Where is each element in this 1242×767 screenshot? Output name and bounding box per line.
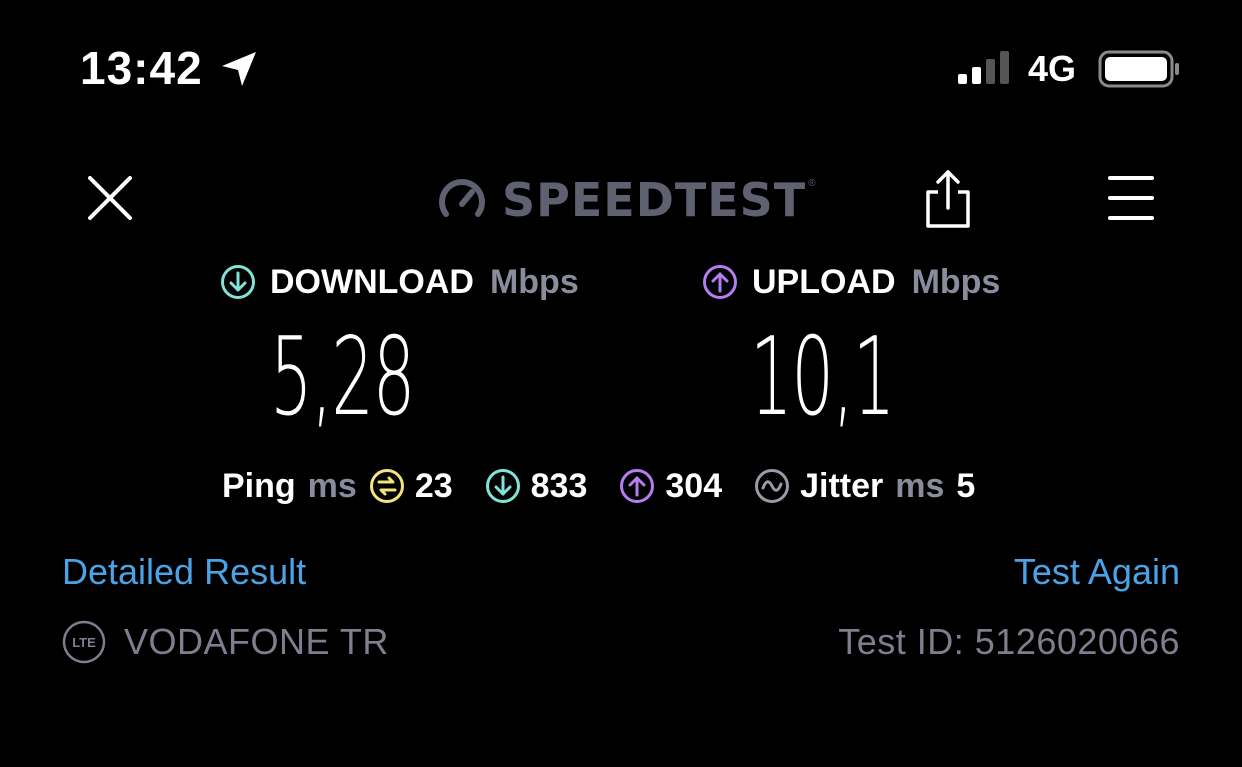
- location-arrow-icon: [222, 52, 256, 86]
- jitter-unit: ms: [895, 467, 945, 505]
- ping-download-icon: [485, 469, 520, 503]
- share-icon[interactable]: [922, 168, 974, 230]
- download-unit: Mbps: [489, 263, 579, 301]
- test-again-link[interactable]: Test Again: [1014, 550, 1180, 594]
- test-id: Test ID: 5126020066: [838, 621, 1180, 662]
- download-value: 5,28: [270, 315, 415, 440]
- battery-icon: [1098, 50, 1179, 88]
- ping-jitter-row: Ping ms 23 833 304 Jitter ms 5: [222, 464, 975, 508]
- logo-text: SPEEDTEST: [502, 173, 807, 227]
- ping-upload-value: 304: [665, 467, 723, 505]
- ping-label: Ping: [222, 467, 296, 505]
- idle-ping-icon: [369, 469, 404, 503]
- logo-trademark: ®: [808, 178, 816, 189]
- network-type: 4G: [1028, 48, 1077, 89]
- jitter-value: 5: [956, 467, 976, 505]
- upload-unit: Mbps: [911, 263, 1001, 301]
- jitter-icon: [755, 469, 790, 503]
- close-icon[interactable]: [80, 168, 140, 228]
- detailed-result-link[interactable]: Detailed Result: [62, 550, 306, 594]
- status-time: 13:42: [80, 42, 203, 94]
- ping-upload-icon: [620, 469, 655, 503]
- lte-connection-icon: LTE: [62, 620, 106, 664]
- ping-unit: ms: [307, 467, 357, 505]
- lte-badge-text: LTE: [72, 635, 96, 650]
- ping-download-value: 833: [530, 467, 588, 505]
- cellular-signal-icon: [958, 51, 1009, 84]
- download-arrow-icon: [221, 265, 255, 299]
- menu-icon[interactable]: [1106, 172, 1156, 224]
- ping-idle-value: 23: [414, 467, 453, 505]
- jitter-label: Jitter: [800, 467, 884, 505]
- speedtest-logo: SPEEDTEST ®: [436, 172, 816, 228]
- upload-arrow-icon: [703, 265, 737, 299]
- upload-label: UPLOAD: [752, 263, 896, 301]
- upload-header: UPLOAD Mbps: [702, 262, 1000, 302]
- download-label: DOWNLOAD: [270, 263, 474, 301]
- speedometer-icon: [439, 179, 485, 217]
- upload-value: 10,1: [750, 315, 895, 440]
- download-header: DOWNLOAD Mbps: [220, 262, 579, 302]
- provider-name: VODAFONE TR: [124, 621, 389, 662]
